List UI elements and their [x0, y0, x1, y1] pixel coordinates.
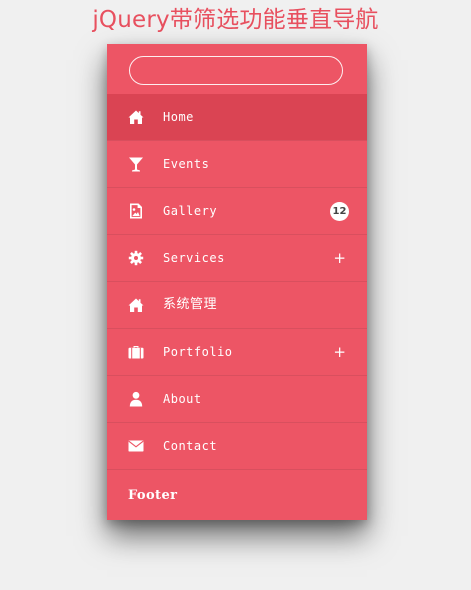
menu-item-system-admin[interactable]: 系统管理: [107, 282, 367, 329]
vertical-nav: Home Events Gallery 12 Services + 系统管理 P…: [107, 44, 367, 520]
menu-item-label: Portfolio: [163, 345, 233, 359]
menu-item-contact[interactable]: Contact: [107, 423, 367, 470]
count-badge: 12: [330, 202, 349, 221]
menu-item-label: Contact: [163, 439, 218, 453]
menu-item-services[interactable]: Services +: [107, 235, 367, 282]
menu-item-label: About: [163, 392, 202, 406]
page-title: jQuery带筛选功能垂直导航: [92, 7, 379, 33]
menu-item-gallery[interactable]: Gallery 12: [107, 188, 367, 235]
menu-item-label: Home: [163, 110, 194, 124]
user-icon: [128, 391, 144, 407]
envelope-icon: [128, 438, 144, 454]
nav-footer: Footer: [107, 470, 367, 520]
menu-item-label: 系统管理: [163, 297, 218, 312]
expand-icon[interactable]: +: [333, 235, 346, 281]
expand-icon[interactable]: +: [333, 329, 346, 375]
menu-item-home[interactable]: Home: [107, 94, 367, 141]
home-icon: [128, 297, 144, 313]
footer-label: Footer: [128, 488, 178, 503]
search-bar: [107, 44, 367, 94]
menu-item-label: Services: [163, 251, 225, 265]
gear-icon: [128, 250, 144, 266]
cocktail-glass-icon: [128, 156, 144, 172]
menu-item-label: Events: [163, 157, 210, 171]
picture-file-icon: [128, 203, 144, 219]
menu-item-portfolio[interactable]: Portfolio +: [107, 329, 367, 376]
search-input[interactable]: [129, 56, 343, 85]
menu-item-about[interactable]: About: [107, 376, 367, 423]
menu-item-events[interactable]: Events: [107, 141, 367, 188]
menu-item-label: Gallery: [163, 204, 218, 218]
briefcase-icon: [128, 344, 144, 360]
home-icon: [128, 109, 144, 125]
